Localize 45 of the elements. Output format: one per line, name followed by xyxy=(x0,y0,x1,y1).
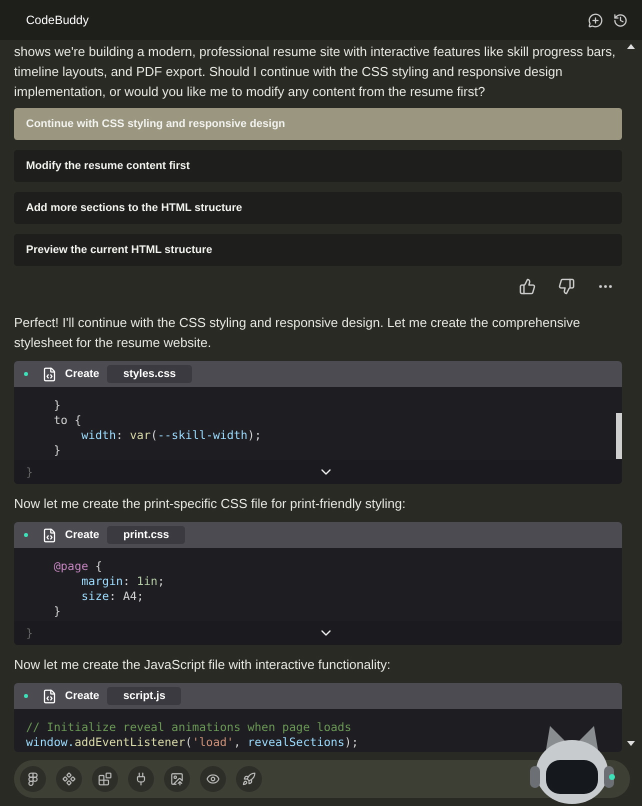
code-line: } xyxy=(52,604,62,619)
image-upload-icon[interactable] xyxy=(164,766,190,792)
code-line: // Initialize reveal animations when page loads xyxy=(26,720,352,735)
code-line: width: var(--skill-width); xyxy=(80,428,262,443)
code-line: } xyxy=(26,465,33,479)
file-name[interactable]: script.js xyxy=(107,687,182,705)
message-text: shows we're building a modern, professional resume site with interactive features like skill progress bars, timeline layouts, and PDF export. Should I continue with the CSS styling and responsive design implementation, or would you like me to modify any content from the resume first? xyxy=(14,43,616,101)
scrollbar-thumb[interactable] xyxy=(616,413,622,459)
option-button[interactable]: Modify the resume content first xyxy=(14,150,622,182)
app-title: CodeBuddy xyxy=(26,13,90,27)
plug-icon[interactable] xyxy=(128,766,154,792)
code-line: } xyxy=(26,626,33,640)
code-line: to { xyxy=(52,413,82,428)
message-text: Now let me create the print-specific CSS file for print-friendly styling: xyxy=(14,495,407,513)
status-dot xyxy=(24,694,28,698)
code-file-icon xyxy=(42,366,57,382)
file-name[interactable]: styles.css xyxy=(107,365,192,383)
action-label: Create xyxy=(65,690,100,702)
new-chat-icon[interactable] xyxy=(588,12,603,28)
status-dot xyxy=(24,372,28,376)
file-name[interactable]: print.css xyxy=(107,526,186,544)
option-button[interactable]: Preview the current HTML structure xyxy=(14,234,622,266)
code-line: } xyxy=(52,443,62,458)
action-label: Create xyxy=(65,368,100,380)
code-line: @page { xyxy=(52,559,104,574)
history-icon[interactable] xyxy=(613,12,628,28)
code-line: } xyxy=(52,398,62,413)
code-line: window.addEventListener('load', revealSections); xyxy=(26,735,360,750)
code-file-icon xyxy=(42,688,57,704)
component-icon[interactable] xyxy=(56,766,82,792)
option-button[interactable]: Add more sections to the HTML structure xyxy=(14,192,622,224)
scroll-up-arrow[interactable] xyxy=(627,44,635,49)
rocket-icon[interactable] xyxy=(236,766,262,792)
thumbs-down-icon[interactable] xyxy=(558,278,575,295)
status-dot xyxy=(24,533,28,537)
message-text: Perfect! I'll continue with the CSS styling and responsive design. Let me create the comprehensive stylesheet for the resume website. xyxy=(14,314,582,352)
message-text: Now let me create the JavaScript file with interactive functionality: xyxy=(14,656,392,674)
scroll-down-arrow[interactable] xyxy=(627,741,635,746)
eye-icon[interactable] xyxy=(200,766,226,792)
code-line: margin: 1in; xyxy=(80,574,166,589)
blocks-icon[interactable] xyxy=(92,766,118,792)
code-file-icon xyxy=(42,528,57,542)
thumbs-up-icon[interactable] xyxy=(519,278,536,295)
action-label: Create xyxy=(65,529,100,541)
code-line: size: A4; xyxy=(80,589,145,604)
